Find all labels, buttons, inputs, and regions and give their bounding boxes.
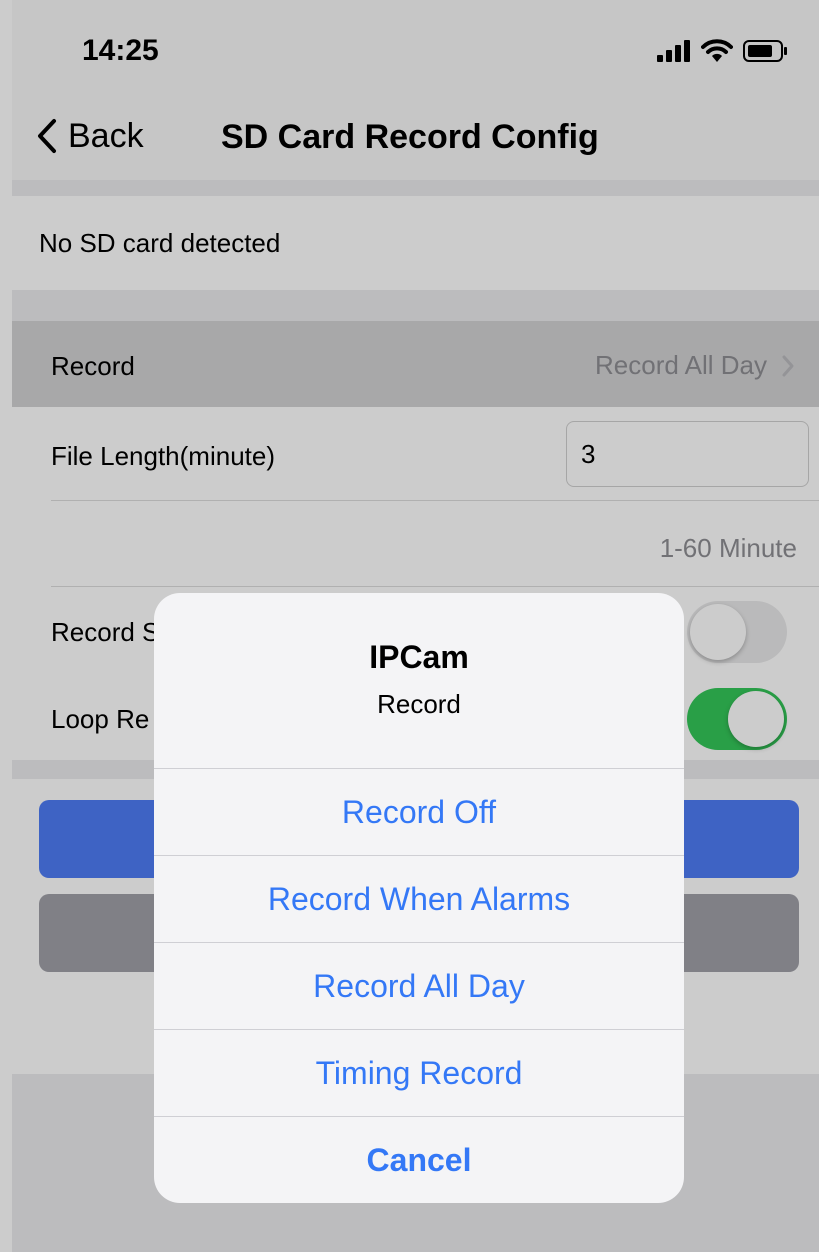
- record-when-alarms-option[interactable]: Record When Alarms: [154, 855, 684, 942]
- record-off-option[interactable]: Record Off: [154, 768, 684, 855]
- timing-record-option[interactable]: Timing Record: [154, 1029, 684, 1116]
- alert-title: IPCam: [369, 639, 469, 675]
- record-action-sheet: IPCam Record Record Off Record When Alar…: [154, 593, 684, 1203]
- cancel-button[interactable]: Cancel: [154, 1116, 684, 1203]
- record-all-day-option[interactable]: Record All Day: [154, 942, 684, 1029]
- alert-message: Record: [377, 689, 461, 719]
- alert-header: IPCam Record: [154, 593, 684, 768]
